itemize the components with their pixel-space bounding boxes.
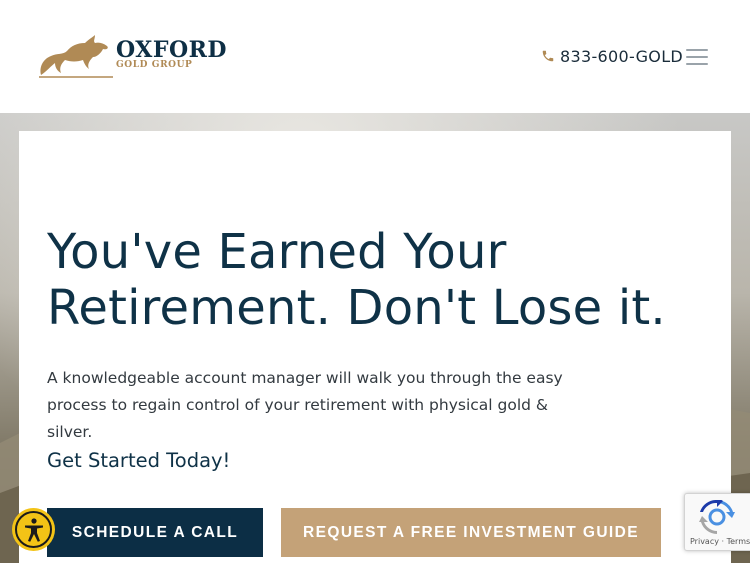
recaptcha-links[interactable]: Privacy · Terms	[690, 537, 750, 546]
bull-logo-icon	[39, 35, 113, 78]
recaptcha-icon	[699, 500, 735, 534]
get-started-text: Get Started Today!	[47, 449, 231, 472]
request-guide-button[interactable]: REQUEST A FREE INVESTMENT GUIDE	[281, 508, 661, 557]
hero-subtext: A knowledgeable account manager will wal…	[47, 369, 563, 441]
hero-card: You've Earned Your Retirement. Don't Los…	[19, 131, 731, 563]
brand-tagline: GOLD GROUP	[116, 60, 193, 70]
phone-number: 833-600-GOLD	[560, 46, 684, 66]
accessibility-button[interactable]	[12, 508, 55, 551]
logo[interactable]: OXFORD GOLD GROUP	[37, 33, 232, 81]
schedule-call-button[interactable]: SCHEDULE A CALL	[47, 508, 263, 557]
accessibility-icon	[24, 517, 43, 542]
phone-link[interactable]: 833-600-GOLD	[541, 45, 683, 67]
recaptcha-badge[interactable]: Privacy · Terms	[684, 493, 750, 551]
site-header: OXFORD GOLD GROUP 833-600-GOLD	[0, 0, 750, 113]
hamburger-menu-icon[interactable]	[686, 49, 708, 65]
hero-headline: You've Earned Your Retirement. Don't Los…	[47, 224, 666, 336]
phone-icon	[542, 50, 554, 62]
